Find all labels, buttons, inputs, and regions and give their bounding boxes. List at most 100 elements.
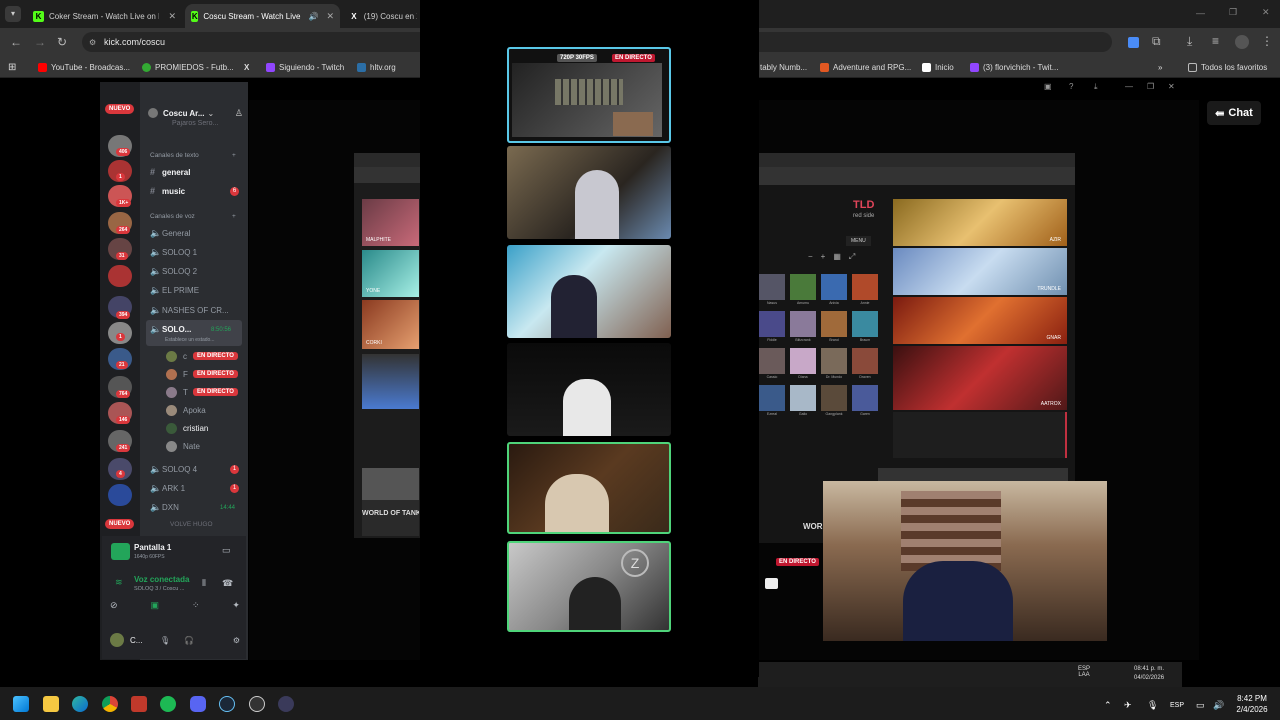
champion-tile[interactable]: Brand — [821, 311, 847, 342]
close-icon[interactable]: ✕ — [1168, 82, 1175, 91]
voice-channel-dxn[interactable]: 🔈 DXN 14:44 — [150, 502, 235, 513]
download-icon[interactable]: ⤓ — [1187, 34, 1192, 49]
voice-user[interactable]: Apoka — [166, 405, 206, 416]
discord-icon[interactable] — [190, 696, 206, 712]
avatar[interactable] — [1235, 35, 1249, 49]
champion-tile[interactable]: Dr. Mundo — [821, 348, 847, 379]
champion-tile[interactable]: Nasus — [759, 274, 785, 305]
obs-icon[interactable] — [249, 696, 265, 712]
puzzle-icon[interactable]: ⧉ — [1152, 34, 1161, 49]
bookmark-adventure[interactable]: Adventure and RPG... — [820, 60, 911, 74]
close-tab-icon[interactable]: ✕ — [160, 11, 176, 22]
close-window-icon[interactable]: ✕ — [1262, 7, 1270, 18]
microphone-icon[interactable]: 🎙 — [1147, 700, 1158, 711]
soundboard-icon[interactable]: ✦ — [232, 600, 240, 616]
voice-channel-ark1[interactable]: 🔈 ARK 1 — [150, 483, 185, 494]
voice-channel-nashes[interactable]: 🔈 NASHES OF CR... — [150, 305, 229, 316]
clock-date[interactable]: 2/4/2026 — [1230, 705, 1274, 714]
more-bookmarks-icon[interactable]: » — [1158, 60, 1162, 74]
champion-tile[interactable]: Garen — [852, 385, 878, 416]
grid-icon[interactable]: ▦ — [833, 252, 841, 264]
champion-tile[interactable]: Cassio — [759, 348, 785, 379]
voice-channel-el-prime[interactable]: 🔈 EL PRIME — [150, 285, 199, 296]
bookmark-x[interactable]: X — [244, 60, 249, 74]
reload-icon[interactable]: ↻ — [57, 35, 67, 49]
gear-icon[interactable]: ⚙ — [233, 636, 240, 645]
champion-tile[interactable]: Gangplank — [821, 385, 847, 416]
champion-tile[interactable]: Galio — [790, 385, 816, 416]
network-icon[interactable]: ▭ — [1196, 700, 1205, 711]
champion-tile[interactable]: Fiddle — [759, 311, 785, 342]
bookmark-inicio[interactable]: Inicio — [922, 60, 954, 74]
disconnect-icon[interactable]: ☎ — [222, 578, 233, 589]
voice-channel-volve-hugo[interactable]: VOLVE HUGO — [170, 521, 213, 528]
maximize-window-icon[interactable]: ❐ — [1229, 7, 1237, 18]
expand-icon[interactable]: ⤢ — [849, 252, 855, 264]
server-icon[interactable] — [108, 265, 132, 287]
bookmark-numb[interactable]: tably Numb... — [760, 60, 807, 74]
noise-suppression-icon[interactable]: ⦀ — [202, 578, 206, 589]
avatar[interactable] — [110, 633, 124, 647]
voice-user[interactable]: T — [166, 387, 188, 398]
help-icon[interactable]: ? — [1069, 82, 1073, 91]
participant-camera-4[interactable] — [507, 442, 671, 534]
voice-channel-soloq1[interactable]: 🔈 SOLOQ 1 — [150, 247, 197, 258]
activities-icon[interactable]: ⁘ — [192, 600, 200, 616]
voice-user[interactable]: cristian — [166, 423, 208, 434]
add-channel-icon[interactable]: + — [232, 213, 236, 220]
bookmark-all[interactable]: Todos los favoritos — [1188, 60, 1267, 74]
extension-icon[interactable] — [1128, 37, 1139, 48]
voice-channel-solo-active[interactable]: 🔈 SOLO... 8:50:56 — [150, 324, 231, 335]
tray-app-icon[interactable]: ✈ — [1124, 700, 1132, 711]
apps-icon[interactable]: ⊞ — [8, 60, 16, 74]
tab-x-coscu[interactable]: X (19) Coscu en X — [343, 4, 423, 28]
bookmark-hltv[interactable]: hltv.org — [357, 60, 396, 74]
forward-icon[interactable]: → — [34, 35, 46, 49]
reading-list-icon[interactable]: ≡ — [1212, 34, 1219, 48]
camera-off-icon[interactable]: ⊘ — [110, 600, 118, 616]
plus-icon[interactable]: + — [821, 252, 826, 264]
minus-icon[interactable]: − — [808, 252, 813, 264]
bookmark-promiedos[interactable]: PROMIEDOS - Futb... — [142, 60, 234, 74]
bookmark-twitch[interactable]: Siguiendo - Twitch — [266, 60, 344, 74]
tab-list-button[interactable]: ▾ — [5, 6, 21, 22]
participant-camera-1[interactable] — [507, 146, 671, 239]
windows-start-icon[interactable] — [13, 696, 29, 712]
download-icon[interactable]: ⤓ — [1094, 82, 1098, 92]
champion-tile[interactable]: Ezreal — [759, 385, 785, 416]
edge-icon[interactable] — [72, 696, 88, 712]
server-header[interactable]: Coscu Ar... ⌄ ♙ — [148, 105, 243, 121]
server-icon[interactable] — [108, 484, 132, 506]
headphones-icon[interactable]: 🎧 — [184, 636, 194, 645]
voice-channel-soloq4[interactable]: 🔈 SOLOQ 4 — [150, 464, 197, 475]
champion-tile[interactable]: Amumu — [790, 274, 816, 305]
bookmark-youtube[interactable]: YouTube - Broadcas... — [38, 60, 130, 74]
voice-status[interactable]: Establece un estado... — [165, 337, 214, 343]
clock-time[interactable]: 8:42 PM — [1232, 694, 1272, 703]
champion-tile[interactable]: Annie — [852, 274, 878, 305]
site-info-icon[interactable]: ⚙ — [89, 38, 96, 47]
minimize-window-icon[interactable]: — — [1196, 8, 1205, 18]
channel-general[interactable]: # general — [150, 167, 190, 177]
volume-icon[interactable]: 🔊 — [1213, 700, 1224, 711]
participant-camera-5[interactable]: Z — [507, 541, 671, 632]
voice-user[interactable]: c — [166, 351, 187, 362]
back-icon[interactable]: ← — [10, 35, 22, 49]
voice-channel-general[interactable]: 🔈 General — [150, 228, 190, 239]
bookmark-florvichich[interactable]: (3) florvichich - Twit... — [970, 60, 1058, 74]
tab-coker[interactable]: K Coker Stream - Watch Live on K ✕ — [27, 4, 182, 28]
menu-icon[interactable]: ⋮ — [1261, 34, 1273, 48]
voice-user[interactable]: F — [166, 369, 188, 380]
microphone-icon[interactable]: 🎙 — [160, 636, 170, 645]
screen-share-icon[interactable]: ▣ — [150, 600, 159, 616]
champion-tile[interactable]: Braum — [852, 311, 878, 342]
pip-icon[interactable]: ▣ — [1044, 82, 1052, 91]
menu-button[interactable]: MENU — [846, 236, 871, 246]
chrome-icon[interactable] — [102, 696, 118, 712]
steam-icon[interactable] — [219, 696, 235, 712]
add-friend-icon[interactable]: ♙ — [235, 108, 243, 119]
screen-share-thumb[interactable] — [111, 543, 130, 560]
speaker-icon[interactable]: 🔊 — [308, 12, 318, 21]
file-explorer-icon[interactable] — [43, 696, 59, 712]
champion-tile[interactable]: Blitzcrank — [790, 311, 816, 342]
